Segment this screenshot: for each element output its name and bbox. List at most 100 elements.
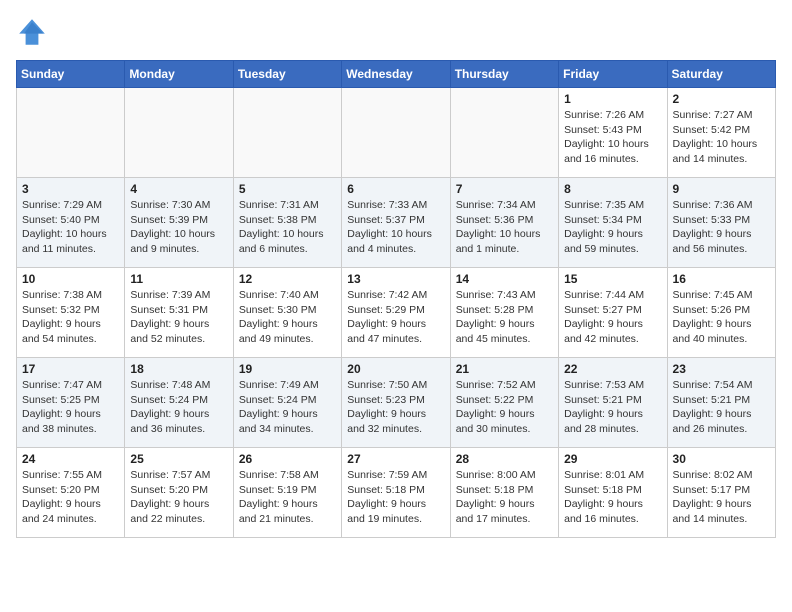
calendar-cell: 24 Sunrise: 7:55 AM Sunset: 5:20 PM Dayli…	[17, 448, 125, 538]
calendar-cell: 6 Sunrise: 7:33 AM Sunset: 5:37 PM Daylig…	[342, 178, 450, 268]
calendar-cell	[125, 88, 233, 178]
day-number: 5	[239, 182, 336, 196]
day-number: 6	[347, 182, 444, 196]
day-number: 15	[564, 272, 661, 286]
day-info: Sunrise: 7:57 AM Sunset: 5:20 PM Dayligh…	[130, 468, 227, 527]
calendar-cell: 17 Sunrise: 7:47 AM Sunset: 5:25 PM Dayli…	[17, 358, 125, 448]
calendar-cell: 22 Sunrise: 7:53 AM Sunset: 5:21 PM Dayli…	[559, 358, 667, 448]
calendar-cell	[342, 88, 450, 178]
day-number: 7	[456, 182, 553, 196]
calendar-week: 3 Sunrise: 7:29 AM Sunset: 5:40 PM Daylig…	[17, 178, 776, 268]
day-info: Sunrise: 7:29 AM Sunset: 5:40 PM Dayligh…	[22, 198, 119, 257]
weekday-header: Tuesday	[233, 61, 341, 88]
calendar-cell: 28Sunrise: 8:00 AM Sunset: 5:18 PM Dayli…	[450, 448, 558, 538]
calendar-cell	[17, 88, 125, 178]
calendar-cell: 4Sunrise: 7:30 AM Sunset: 5:39 PM Daylig…	[125, 178, 233, 268]
calendar-cell: 2 Sunrise: 7:27 AM Sunset: 5:42 PM Daylig…	[667, 88, 775, 178]
day-info: Sunrise: 8:02 AM Sunset: 5:17 PM Dayligh…	[673, 468, 770, 527]
calendar-cell: 15 Sunrise: 7:44 AM Sunset: 5:27 PM Dayli…	[559, 268, 667, 358]
day-number: 26	[239, 452, 336, 466]
calendar-cell: 30 Sunrise: 8:02 AM Sunset: 5:17 PM Dayli…	[667, 448, 775, 538]
day-info: Sunrise: 7:59 AM Sunset: 5:18 PM Dayligh…	[347, 468, 444, 527]
calendar-week: 17 Sunrise: 7:47 AM Sunset: 5:25 PM Dayli…	[17, 358, 776, 448]
calendar-cell: 14 Sunrise: 7:43 AM Sunset: 5:28 PM Dayli…	[450, 268, 558, 358]
day-info: Sunrise: 7:48 AM Sunset: 5:24 PM Dayligh…	[130, 378, 227, 437]
day-number: 30	[673, 452, 770, 466]
calendar: SundayMondayTuesdayWednesdayThursdayFrid…	[16, 60, 776, 538]
day-number: 21	[456, 362, 553, 376]
logo	[16, 16, 52, 48]
calendar-cell: 18 Sunrise: 7:48 AM Sunset: 5:24 PM Dayli…	[125, 358, 233, 448]
day-number: 1	[564, 92, 661, 106]
day-number: 2	[673, 92, 770, 106]
day-info: Sunrise: 7:36 AM Sunset: 5:33 PM Dayligh…	[673, 198, 770, 257]
calendar-cell	[233, 88, 341, 178]
day-info: Sunrise: 7:45 AM Sunset: 5:26 PM Dayligh…	[673, 288, 770, 347]
calendar-cell: 7 Sunrise: 7:34 AM Sunset: 5:36 PM Daylig…	[450, 178, 558, 268]
calendar-cell: 5Sunrise: 7:31 AM Sunset: 5:38 PM Daylig…	[233, 178, 341, 268]
calendar-cell	[450, 88, 558, 178]
weekday-header: Monday	[125, 61, 233, 88]
day-info: Sunrise: 7:27 AM Sunset: 5:42 PM Dayligh…	[673, 108, 770, 167]
calendar-cell: 8 Sunrise: 7:35 AM Sunset: 5:34 PM Daylig…	[559, 178, 667, 268]
calendar-week: 10Sunrise: 7:38 AM Sunset: 5:32 PM Dayli…	[17, 268, 776, 358]
calendar-cell: 27 Sunrise: 7:59 AM Sunset: 5:18 PM Dayli…	[342, 448, 450, 538]
day-number: 23	[673, 362, 770, 376]
day-info: Sunrise: 7:55 AM Sunset: 5:20 PM Dayligh…	[22, 468, 119, 527]
day-info: Sunrise: 7:33 AM Sunset: 5:37 PM Dayligh…	[347, 198, 444, 257]
calendar-cell: 1 Sunrise: 7:26 AM Sunset: 5:43 PM Daylig…	[559, 88, 667, 178]
day-info: Sunrise: 7:58 AM Sunset: 5:19 PM Dayligh…	[239, 468, 336, 527]
day-info: Sunrise: 7:53 AM Sunset: 5:21 PM Dayligh…	[564, 378, 661, 437]
day-info: Sunrise: 7:34 AM Sunset: 5:36 PM Dayligh…	[456, 198, 553, 257]
day-info: Sunrise: 7:42 AM Sunset: 5:29 PM Dayligh…	[347, 288, 444, 347]
day-info: Sunrise: 7:47 AM Sunset: 5:25 PM Dayligh…	[22, 378, 119, 437]
day-number: 29	[564, 452, 661, 466]
weekday-header: Wednesday	[342, 61, 450, 88]
calendar-cell: 11 Sunrise: 7:39 AM Sunset: 5:31 PM Dayli…	[125, 268, 233, 358]
day-number: 20	[347, 362, 444, 376]
day-info: Sunrise: 7:49 AM Sunset: 5:24 PM Dayligh…	[239, 378, 336, 437]
day-number: 3	[22, 182, 119, 196]
day-number: 14	[456, 272, 553, 286]
calendar-header: SundayMondayTuesdayWednesdayThursdayFrid…	[17, 61, 776, 88]
calendar-week: 1 Sunrise: 7:26 AM Sunset: 5:43 PM Daylig…	[17, 88, 776, 178]
day-number: 27	[347, 452, 444, 466]
day-info: Sunrise: 7:39 AM Sunset: 5:31 PM Dayligh…	[130, 288, 227, 347]
day-number: 24	[22, 452, 119, 466]
day-number: 11	[130, 272, 227, 286]
day-info: Sunrise: 7:35 AM Sunset: 5:34 PM Dayligh…	[564, 198, 661, 257]
day-info: Sunrise: 7:54 AM Sunset: 5:21 PM Dayligh…	[673, 378, 770, 437]
day-number: 12	[239, 272, 336, 286]
day-info: Sunrise: 7:52 AM Sunset: 5:22 PM Dayligh…	[456, 378, 553, 437]
calendar-body: 1 Sunrise: 7:26 AM Sunset: 5:43 PM Daylig…	[17, 88, 776, 538]
calendar-week: 24 Sunrise: 7:55 AM Sunset: 5:20 PM Dayli…	[17, 448, 776, 538]
page-header	[16, 16, 776, 48]
day-info: Sunrise: 7:26 AM Sunset: 5:43 PM Dayligh…	[564, 108, 661, 167]
day-info: Sunrise: 7:43 AM Sunset: 5:28 PM Dayligh…	[456, 288, 553, 347]
calendar-cell: 9 Sunrise: 7:36 AM Sunset: 5:33 PM Daylig…	[667, 178, 775, 268]
day-number: 17	[22, 362, 119, 376]
calendar-cell: 16 Sunrise: 7:45 AM Sunset: 5:26 PM Dayli…	[667, 268, 775, 358]
calendar-cell: 26 Sunrise: 7:58 AM Sunset: 5:19 PM Dayli…	[233, 448, 341, 538]
day-number: 19	[239, 362, 336, 376]
day-info: Sunrise: 7:40 AM Sunset: 5:30 PM Dayligh…	[239, 288, 336, 347]
logo-icon	[16, 16, 48, 48]
day-number: 8	[564, 182, 661, 196]
calendar-cell: 10Sunrise: 7:38 AM Sunset: 5:32 PM Dayli…	[17, 268, 125, 358]
day-number: 16	[673, 272, 770, 286]
day-number: 22	[564, 362, 661, 376]
calendar-cell: 3 Sunrise: 7:29 AM Sunset: 5:40 PM Daylig…	[17, 178, 125, 268]
day-info: Sunrise: 7:44 AM Sunset: 5:27 PM Dayligh…	[564, 288, 661, 347]
day-info: Sunrise: 7:30 AM Sunset: 5:39 PM Dayligh…	[130, 198, 227, 257]
calendar-cell: 13 Sunrise: 7:42 AM Sunset: 5:29 PM Dayli…	[342, 268, 450, 358]
day-number: 9	[673, 182, 770, 196]
weekday-header: Saturday	[667, 61, 775, 88]
calendar-cell: 25 Sunrise: 7:57 AM Sunset: 5:20 PM Dayli…	[125, 448, 233, 538]
weekday-header: Sunday	[17, 61, 125, 88]
day-number: 13	[347, 272, 444, 286]
weekday-header: Thursday	[450, 61, 558, 88]
day-number: 18	[130, 362, 227, 376]
day-info: Sunrise: 8:01 AM Sunset: 5:18 PM Dayligh…	[564, 468, 661, 527]
day-number: 25	[130, 452, 227, 466]
day-info: Sunrise: 7:50 AM Sunset: 5:23 PM Dayligh…	[347, 378, 444, 437]
